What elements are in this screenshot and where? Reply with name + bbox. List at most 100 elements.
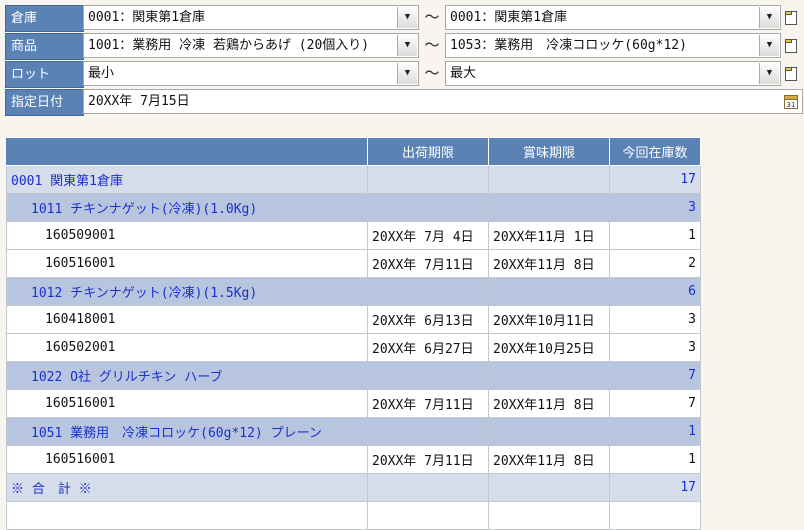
row-best-before (488, 361, 610, 390)
document-icon[interactable] (785, 11, 797, 25)
row-best-before: 20XX年10月25日 (488, 333, 610, 362)
warehouse-from-value: 0001：関東第1倉庫 (88, 10, 206, 25)
row-name: 160516001 (6, 445, 368, 474)
row-stock-qty: 7 (609, 389, 701, 418)
row-stock-qty: 1 (609, 417, 701, 446)
calendar-icon[interactable]: 31 (784, 94, 798, 109)
row-best-before: 20XX年11月 1日 (488, 221, 610, 250)
lot-from-value: 最小 (88, 66, 115, 81)
document-icon[interactable] (785, 67, 797, 81)
chevron-down-icon[interactable]: ▼ (397, 7, 417, 28)
row-best-before (488, 277, 610, 306)
date-value: 20XX年 7月15日 (88, 94, 190, 109)
filter-row-date: 指定日付 20XX年 7月15日 31 (5, 89, 804, 116)
row-name: 160418001 (6, 305, 368, 334)
chevron-down-icon[interactable]: ▼ (397, 63, 417, 84)
row-ship-deadline (367, 473, 489, 502)
table-row[interactable]: 0001 関東第1倉庫 17 (6, 165, 701, 194)
row-ship-deadline (367, 417, 489, 446)
row-stock-qty: 7 (609, 361, 701, 390)
table-row[interactable]: 160516001 20XX年 7月11日 20XX年11月 8日 7 (6, 389, 701, 418)
row-ship-deadline: 20XX年 6月13日 (367, 305, 489, 334)
row-stock-qty: 1 (609, 445, 701, 474)
table-total-row: ※ 合 計 ※ 17 (6, 473, 701, 502)
column-header-stock-qty: 今回在庫数 (609, 137, 701, 166)
svg-text:31: 31 (787, 101, 796, 109)
total-label: ※ 合 計 ※ (6, 473, 368, 502)
chevron-down-icon[interactable]: ▼ (397, 35, 417, 56)
table-row[interactable]: 1012 チキンナゲット(冷凍)(1.5Kg) 6 (6, 277, 701, 306)
lot-label: ロット (5, 61, 84, 88)
row-ship-deadline: 20XX年 7月11日 (367, 249, 489, 278)
table-row[interactable]: 1022 O社 グリルチキン ハーブ 7 (6, 361, 701, 390)
table-row (6, 501, 701, 530)
empty-cell (609, 501, 701, 530)
row-best-before (488, 473, 610, 502)
row-name: 160502001 (6, 333, 368, 362)
row-name: 1051 業務用 冷凍コロッケ(60g*12) プレーン (6, 417, 368, 446)
warehouse-from-select[interactable]: 0001：関東第1倉庫 ▼ (83, 5, 419, 30)
lot-to-select[interactable]: 最大 ▼ (445, 61, 781, 86)
row-ship-deadline: 20XX年 7月 4日 (367, 221, 489, 250)
row-stock-qty: 3 (609, 333, 701, 362)
table-body: 0001 関東第1倉庫 17 1011 チキンナゲット(冷凍)(1.0Kg) 3… (6, 165, 701, 530)
lot-from-select[interactable]: 最小 ▼ (83, 61, 419, 86)
column-header-best-before: 賞味期限 (488, 137, 610, 166)
column-header-name (6, 137, 368, 166)
row-ship-deadline: 20XX年 7月11日 (367, 445, 489, 474)
product-from-value: 1001：業務用 冷凍 若鶏からあげ (20個入り) (88, 38, 370, 53)
empty-cell (488, 501, 610, 530)
row-stock-qty: 3 (609, 193, 701, 222)
range-separator: ～ (424, 64, 440, 82)
column-header-ship-deadline: 出荷期限 (367, 137, 489, 166)
row-best-before: 20XX年11月 8日 (488, 249, 610, 278)
product-from-select[interactable]: 1001：業務用 冷凍 若鶏からあげ (20個入り) ▼ (83, 33, 419, 58)
filter-row-lot: ロット 最小 ▼ ～ 最大 ▼ (5, 61, 804, 88)
row-stock-qty: 17 (609, 165, 701, 194)
table-row[interactable]: 1051 業務用 冷凍コロッケ(60g*12) プレーン 1 (6, 417, 701, 446)
empty-cell (6, 501, 368, 530)
range-separator: ～ (424, 36, 440, 54)
row-best-before (488, 193, 610, 222)
table-row[interactable]: 160516001 20XX年 7月11日 20XX年11月 8日 2 (6, 249, 701, 278)
row-ship-deadline: 20XX年 6月27日 (367, 333, 489, 362)
row-ship-deadline: 20XX年 7月11日 (367, 389, 489, 418)
row-name: 1011 チキンナゲット(冷凍)(1.0Kg) (6, 193, 368, 222)
warehouse-to-value: 0001：関東第1倉庫 (450, 10, 568, 25)
filter-row-product: 商品 1001：業務用 冷凍 若鶏からあげ (20個入り) ▼ ～ 1053：業… (5, 33, 804, 60)
row-best-before: 20XX年10月11日 (488, 305, 610, 334)
row-stock-qty: 2 (609, 249, 701, 278)
empty-cell (367, 501, 489, 530)
row-name: 160516001 (6, 249, 368, 278)
row-best-before (488, 165, 610, 194)
table-row[interactable]: 160516001 20XX年 7月11日 20XX年11月 8日 1 (6, 445, 701, 474)
row-ship-deadline (367, 193, 489, 222)
table-row[interactable]: 1011 チキンナゲット(冷凍)(1.0Kg) 3 (6, 193, 701, 222)
table-row[interactable]: 160418001 20XX年 6月13日 20XX年10月11日 3 (6, 305, 701, 334)
table-row[interactable]: 160502001 20XX年 6月27日 20XX年10月25日 3 (6, 333, 701, 362)
chevron-down-icon[interactable]: ▼ (759, 7, 779, 28)
table-header-row: 出荷期限 賞味期限 今回在庫数 (6, 137, 701, 166)
product-label: 商品 (5, 33, 84, 60)
row-stock-qty: 6 (609, 277, 701, 306)
row-name: 0001 関東第1倉庫 (6, 165, 368, 194)
warehouse-label: 倉庫 (5, 5, 84, 32)
warehouse-to-select[interactable]: 0001：関東第1倉庫 ▼ (445, 5, 781, 30)
product-to-value: 1053：業務用 冷凍コロッケ(60g*12) (450, 38, 687, 53)
chevron-down-icon[interactable]: ▼ (759, 63, 779, 84)
row-best-before: 20XX年11月 8日 (488, 389, 610, 418)
row-name: 1012 チキンナゲット(冷凍)(1.5Kg) (6, 277, 368, 306)
date-field[interactable]: 20XX年 7月15日 31 (83, 89, 803, 114)
row-name: 160516001 (6, 389, 368, 418)
lot-to-value: 最大 (450, 66, 477, 81)
document-icon[interactable] (785, 39, 797, 53)
row-stock-qty: 3 (609, 305, 701, 334)
row-name: 160509001 (6, 221, 368, 250)
table-row[interactable]: 160509001 20XX年 7月 4日 20XX年11月 1日 1 (6, 221, 701, 250)
product-to-select[interactable]: 1053：業務用 冷凍コロッケ(60g*12) ▼ (445, 33, 781, 58)
chevron-down-icon[interactable]: ▼ (759, 35, 779, 56)
total-stock-qty: 17 (609, 473, 701, 502)
row-name: 1022 O社 グリルチキン ハーブ (6, 361, 368, 390)
row-best-before: 20XX年11月 8日 (488, 445, 610, 474)
row-ship-deadline (367, 361, 489, 390)
